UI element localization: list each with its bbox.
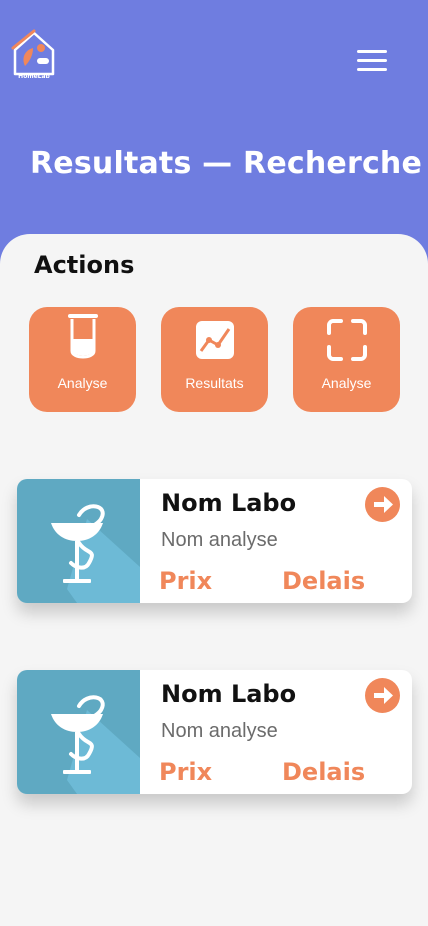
resultats-action-button[interactable]: Resultats (161, 307, 268, 412)
analyse-action-button[interactable]: Analyse (29, 307, 136, 412)
analyse-action-label: Analyse (57, 375, 108, 391)
scan-analyse-action-label: Analyse (321, 375, 372, 391)
scan-icon (327, 319, 367, 361)
house-logo-icon (11, 29, 55, 76)
chart-icon (196, 321, 234, 359)
homelab-logo[interactable]: HomeLab (11, 28, 57, 84)
hamburger-icon-line (357, 68, 387, 71)
result-thumbnail (17, 670, 140, 794)
scan-analyse-action-button[interactable]: Analyse (293, 307, 400, 412)
lab-name: Nom Labo (161, 680, 297, 708)
open-result-button[interactable] (365, 487, 400, 522)
logo-text: HomeLab (18, 73, 50, 80)
analysis-name: Nom analyse (161, 720, 278, 742)
result-card[interactable]: Nom Labo Nom analyse Prix Delais (17, 479, 412, 603)
actions-title: Actions (34, 251, 135, 279)
main-panel: Actions Analyse Resultats Analyse Nom La… (0, 234, 428, 926)
open-result-button[interactable] (365, 678, 400, 713)
arrow-right-icon (374, 687, 393, 704)
result-card[interactable]: Nom Labo Nom analyse Prix Delais (17, 670, 412, 794)
price-link[interactable]: Prix (159, 567, 212, 595)
delay-link[interactable]: Delais (282, 567, 365, 595)
test-tube-icon (68, 314, 98, 359)
lab-name: Nom Labo (161, 489, 297, 517)
resultats-action-label: Resultats (185, 375, 244, 391)
hamburger-menu-button[interactable] (356, 50, 388, 74)
arrow-right-icon (374, 496, 393, 513)
hamburger-icon (357, 50, 387, 53)
price-link[interactable]: Prix (159, 758, 212, 786)
page-title: Resultats — Recherche (30, 146, 423, 181)
delay-link[interactable]: Delais (282, 758, 365, 786)
pharmacy-icon (51, 695, 140, 794)
result-thumbnail (17, 479, 140, 603)
analysis-name: Nom analyse (161, 529, 278, 551)
hamburger-icon-line (357, 59, 387, 62)
pharmacy-icon (51, 504, 140, 603)
app-header: HomeLab Resultats — Recherche (0, 0, 428, 260)
